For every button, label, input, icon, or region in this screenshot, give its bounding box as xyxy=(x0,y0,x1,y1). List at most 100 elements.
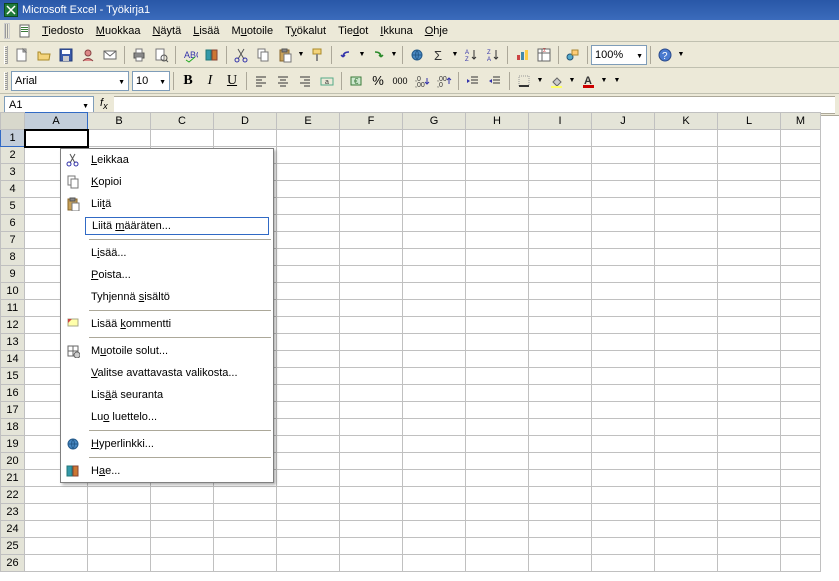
cell-K9[interactable] xyxy=(655,266,718,283)
cell-F25[interactable] xyxy=(340,538,403,555)
cell-I12[interactable] xyxy=(529,317,592,334)
cell-H24[interactable] xyxy=(466,521,529,538)
cell-B22[interactable] xyxy=(88,487,151,504)
cell-C25[interactable] xyxy=(151,538,214,555)
cell-G21[interactable] xyxy=(403,470,466,487)
cell-J18[interactable] xyxy=(592,419,655,436)
cell-K11[interactable] xyxy=(655,300,718,317)
ctx-pick-from-list[interactable]: Valitse avattavasta valikosta... xyxy=(61,362,273,384)
row-header-24[interactable]: 24 xyxy=(1,521,25,538)
cell-J19[interactable] xyxy=(592,436,655,453)
ctx-cut[interactable]: Leikkaa xyxy=(61,149,273,171)
cell-L6[interactable] xyxy=(718,215,781,232)
cell-L10[interactable] xyxy=(718,283,781,300)
cell-J23[interactable] xyxy=(592,504,655,521)
cell-K21[interactable] xyxy=(655,470,718,487)
cell-F20[interactable] xyxy=(340,453,403,470)
row-header-22[interactable]: 22 xyxy=(1,487,25,504)
cell-K19[interactable] xyxy=(655,436,718,453)
align-center-button[interactable] xyxy=(272,70,294,92)
chart-wizard-button[interactable] xyxy=(511,44,533,66)
cell-A25[interactable] xyxy=(25,538,88,555)
cell-I2[interactable] xyxy=(529,147,592,164)
cell-F24[interactable] xyxy=(340,521,403,538)
row-header-2[interactable]: 2 xyxy=(1,147,25,164)
cell-F11[interactable] xyxy=(340,300,403,317)
borders-dropdown[interactable] xyxy=(535,77,545,84)
fill-color-button[interactable] xyxy=(545,70,567,92)
fx-label[interactable]: fx xyxy=(100,97,108,111)
cell-K25[interactable] xyxy=(655,538,718,555)
cell-H23[interactable] xyxy=(466,504,529,521)
font-color-button[interactable]: A xyxy=(577,70,599,92)
cell-H22[interactable] xyxy=(466,487,529,504)
row-header-11[interactable]: 11 xyxy=(1,300,25,317)
cell-I8[interactable] xyxy=(529,249,592,266)
cell-K2[interactable] xyxy=(655,147,718,164)
cell-H25[interactable] xyxy=(466,538,529,555)
row-header-16[interactable]: 16 xyxy=(1,385,25,402)
cell-K26[interactable] xyxy=(655,555,718,572)
cell-E21[interactable] xyxy=(277,470,340,487)
cell-F23[interactable] xyxy=(340,504,403,521)
cell-E7[interactable] xyxy=(277,232,340,249)
toolbar2-options[interactable] xyxy=(612,77,622,84)
cell-E2[interactable] xyxy=(277,147,340,164)
cell-A26[interactable] xyxy=(25,555,88,572)
cell-D25[interactable] xyxy=(214,538,277,555)
cell-K15[interactable] xyxy=(655,368,718,385)
cell-M25[interactable] xyxy=(781,538,821,555)
cell-M5[interactable] xyxy=(781,198,821,215)
cell-D1[interactable] xyxy=(214,130,277,147)
row-header-26[interactable]: 26 xyxy=(1,555,25,572)
cell-L2[interactable] xyxy=(718,147,781,164)
cell-K6[interactable] xyxy=(655,215,718,232)
cell-G5[interactable] xyxy=(403,198,466,215)
cell-B1[interactable] xyxy=(88,130,151,147)
cell-J21[interactable] xyxy=(592,470,655,487)
hyperlink-button[interactable] xyxy=(406,44,428,66)
cell-L25[interactable] xyxy=(718,538,781,555)
cell-J24[interactable] xyxy=(592,521,655,538)
cell-G18[interactable] xyxy=(403,419,466,436)
cell-K7[interactable] xyxy=(655,232,718,249)
cell-F1[interactable] xyxy=(340,130,403,147)
cell-L24[interactable] xyxy=(718,521,781,538)
decrease-decimal-button[interactable]: ,00,0 xyxy=(433,70,455,92)
cell-F18[interactable] xyxy=(340,419,403,436)
menu-tyokalut[interactable]: Työkalut xyxy=(279,23,332,39)
menu-lisaa[interactable]: Lisää xyxy=(187,23,225,39)
cell-F14[interactable] xyxy=(340,351,403,368)
font-color-dropdown[interactable] xyxy=(599,77,609,84)
cell-E8[interactable] xyxy=(277,249,340,266)
col-header-M[interactable]: M xyxy=(781,113,821,130)
cell-M15[interactable] xyxy=(781,368,821,385)
cell-L19[interactable] xyxy=(718,436,781,453)
menu-tiedot[interactable]: Tiedot xyxy=(332,23,374,39)
cell-A24[interactable] xyxy=(25,521,88,538)
cell-G10[interactable] xyxy=(403,283,466,300)
col-header-L[interactable]: L xyxy=(718,113,781,130)
row-header-10[interactable]: 10 xyxy=(1,283,25,300)
row-header-13[interactable]: 13 xyxy=(1,334,25,351)
cell-M20[interactable] xyxy=(781,453,821,470)
cell-E6[interactable] xyxy=(277,215,340,232)
menu-ohje[interactable]: Ohje xyxy=(419,23,454,39)
formula-input[interactable] xyxy=(114,96,835,114)
cell-G3[interactable] xyxy=(403,164,466,181)
row-header-9[interactable]: 9 xyxy=(1,266,25,283)
currency-button[interactable]: € xyxy=(345,70,367,92)
cell-M13[interactable] xyxy=(781,334,821,351)
ctx-paste-special[interactable]: Liitä määräten... xyxy=(61,215,273,237)
row-header-12[interactable]: 12 xyxy=(1,317,25,334)
col-header-K[interactable]: K xyxy=(655,113,718,130)
cell-A1[interactable] xyxy=(25,130,88,147)
cell-J12[interactable] xyxy=(592,317,655,334)
col-header-A[interactable]: A xyxy=(25,113,88,130)
cell-K8[interactable] xyxy=(655,249,718,266)
cell-I4[interactable] xyxy=(529,181,592,198)
row-header-3[interactable]: 3 xyxy=(1,164,25,181)
name-box[interactable]: A1 xyxy=(4,96,94,114)
select-all-corner[interactable] xyxy=(1,113,25,130)
cell-I22[interactable] xyxy=(529,487,592,504)
